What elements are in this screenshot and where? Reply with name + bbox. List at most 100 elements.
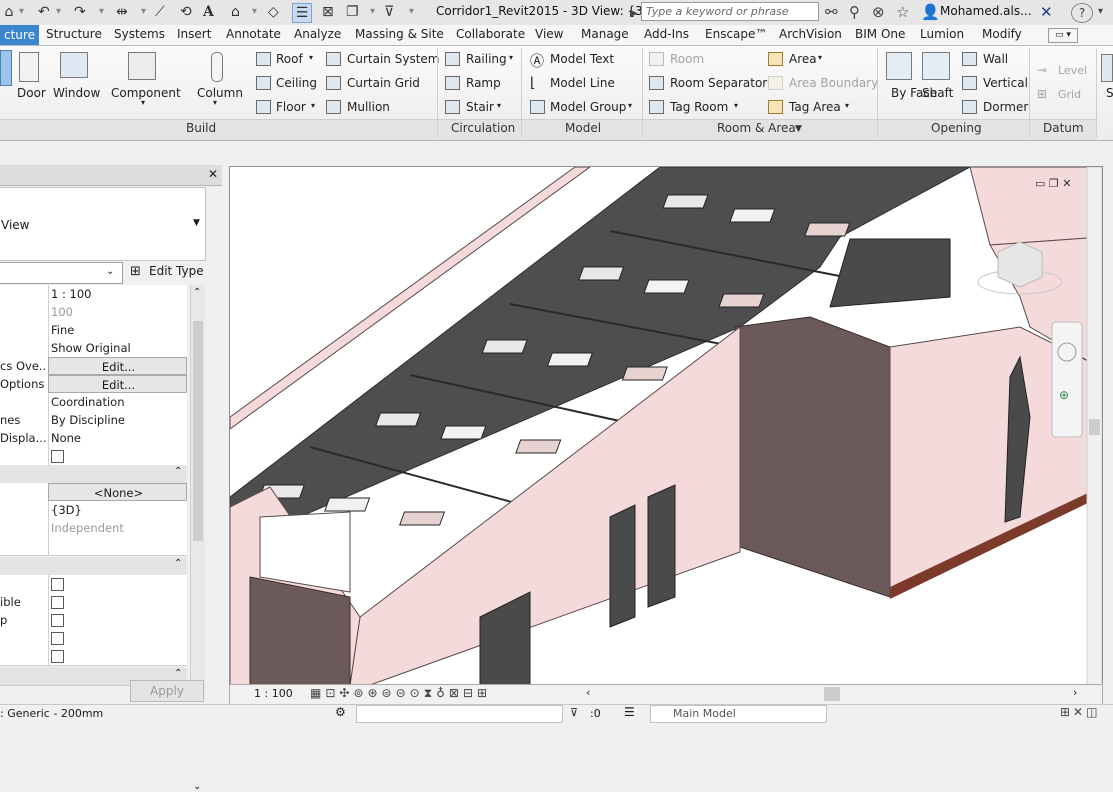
wall-icon[interactable] bbox=[0, 50, 12, 86]
floor-button[interactable]: Floor bbox=[276, 100, 306, 114]
edit-type-button[interactable]: Edit Type bbox=[149, 264, 204, 278]
model-line-icon[interactable]: ⌊ bbox=[530, 75, 535, 91]
model-line-button[interactable]: Model Line bbox=[550, 76, 615, 90]
model-text-icon[interactable]: Ⓐ bbox=[530, 51, 544, 71]
floor-icon[interactable] bbox=[256, 100, 271, 114]
dropdown-icon[interactable]: ▾ bbox=[19, 3, 24, 21]
scale-value[interactable]: 1 : 100 bbox=[254, 687, 293, 700]
shaft-button[interactable]: Shaft bbox=[922, 86, 953, 100]
door-icon[interactable] bbox=[19, 52, 39, 82]
undo-icon[interactable]: ↶ bbox=[38, 3, 50, 21]
door-button[interactable]: Door bbox=[17, 86, 46, 100]
tab-insert[interactable]: Insert bbox=[177, 27, 211, 41]
area-icon[interactable] bbox=[768, 52, 783, 66]
tab-enscape[interactable]: Enscape™ bbox=[705, 27, 767, 41]
wall-opening-icon[interactable] bbox=[962, 52, 977, 66]
property-value[interactable]: Coordination bbox=[48, 393, 187, 411]
tab-massing-site[interactable]: Massing & Site bbox=[355, 27, 444, 41]
curtain-system-button[interactable]: Curtain System bbox=[347, 52, 439, 66]
property-value[interactable]: Show Original bbox=[48, 339, 187, 357]
wall-opening-button[interactable]: Wall bbox=[983, 52, 1008, 66]
checkbox[interactable] bbox=[51, 632, 64, 645]
property-edit-button[interactable]: <None> bbox=[48, 483, 187, 501]
room-separator-icon[interactable] bbox=[649, 76, 664, 90]
tab-systems[interactable]: Systems bbox=[114, 27, 165, 41]
tab-archvision[interactable]: ArchVision bbox=[779, 27, 842, 41]
undo-dropdown-icon[interactable]: ▾ bbox=[56, 3, 61, 21]
by-face-icon[interactable] bbox=[886, 52, 912, 80]
tab-collaborate[interactable]: Collaborate bbox=[456, 27, 525, 41]
checkbox[interactable] bbox=[51, 578, 64, 591]
tab-bim-one[interactable]: BIM One bbox=[855, 27, 905, 41]
ceiling-button[interactable]: Ceiling bbox=[276, 76, 317, 90]
dormer-icon[interactable] bbox=[962, 100, 977, 114]
model-group-button[interactable]: Model Group bbox=[550, 100, 626, 114]
room-separator-button[interactable]: Room Separator bbox=[670, 76, 767, 90]
checkbox[interactable] bbox=[51, 596, 64, 609]
mullion-button[interactable]: Mullion bbox=[347, 100, 390, 114]
close-hidden-icon[interactable]: ⊠ bbox=[322, 3, 334, 21]
property-value[interactable] bbox=[48, 611, 187, 629]
model-group-dropdown-icon[interactable]: ▾ bbox=[628, 101, 632, 110]
property-value[interactable] bbox=[48, 647, 187, 665]
3d-model-canvas[interactable]: ▭ ❐ ✕ ⊕ bbox=[230, 167, 1102, 685]
curtain-grid-icon[interactable] bbox=[326, 76, 341, 90]
user-icon[interactable]: 👤 bbox=[921, 3, 940, 21]
property-value[interactable]: {3D} bbox=[48, 501, 187, 519]
tab-analyze[interactable]: Analyze bbox=[294, 27, 341, 41]
checkbox[interactable] bbox=[51, 650, 64, 663]
ramp-button[interactable]: Ramp bbox=[466, 76, 501, 90]
property-group-header[interactable]: ⌃ bbox=[0, 465, 187, 484]
area-dropdown-icon[interactable]: ▾ bbox=[818, 53, 822, 62]
tab-architecture[interactable]: cture bbox=[0, 25, 39, 45]
help-dropdown-icon[interactable]: ▾ bbox=[1098, 3, 1103, 21]
instance-filter-dropdown[interactable]: ⌄ bbox=[0, 262, 123, 284]
vertical-opening-icon[interactable] bbox=[962, 76, 977, 90]
redo-icon[interactable]: ↷ bbox=[74, 3, 86, 21]
model-group-icon[interactable] bbox=[530, 100, 545, 114]
room-area-expand-icon[interactable]: ▼ bbox=[795, 124, 802, 134]
collapse-icon[interactable]: ⌃ bbox=[174, 466, 182, 477]
property-edit-button[interactable]: Edit... bbox=[48, 357, 187, 375]
mullion-icon[interactable] bbox=[326, 100, 341, 114]
curtain-grid-button[interactable]: Curtain Grid bbox=[347, 76, 420, 90]
roof-icon[interactable] bbox=[256, 52, 271, 66]
favorites-icon[interactable]: ☆ bbox=[896, 3, 909, 21]
railing-button[interactable]: Railing bbox=[466, 52, 507, 66]
edit-type-icon[interactable]: ⊞ bbox=[130, 264, 141, 279]
area-button[interactable]: Area bbox=[789, 52, 817, 66]
chevron-down-icon[interactable]: ⌄ bbox=[106, 266, 114, 277]
tag-room-button[interactable]: Tag Room bbox=[670, 100, 728, 114]
tag-room-dropdown-icon[interactable]: ▾ bbox=[734, 101, 738, 110]
view-controls-icons[interactable]: ▦⊡✣⊚⊛⊜⊝⊙⧗♁⊠⊟⊞ bbox=[310, 686, 491, 701]
property-value[interactable] bbox=[48, 447, 187, 465]
design-options-icon[interactable]: ☰ bbox=[624, 705, 635, 719]
switch-dropdown-icon[interactable]: ▾ bbox=[370, 3, 375, 21]
component-dropdown-icon[interactable]: ▾ bbox=[141, 98, 145, 107]
vertical-opening-button[interactable]: Vertical bbox=[983, 76, 1028, 90]
filter-icon[interactable]: ⊽ bbox=[384, 3, 394, 21]
property-value[interactable]: Fine bbox=[48, 321, 187, 339]
section-icon[interactable]: ◇ bbox=[268, 3, 279, 21]
collapse-icon[interactable]: ⌃ bbox=[174, 668, 182, 679]
properties-scrollbar[interactable]: ⌃ ⌄ bbox=[190, 285, 205, 792]
communication-icon[interactable]: ⊗ bbox=[872, 3, 885, 21]
type-selector[interactable]: View ▼ bbox=[0, 187, 206, 261]
floor-dropdown-icon[interactable]: ▾ bbox=[311, 101, 315, 110]
window-button[interactable]: Window bbox=[53, 86, 100, 100]
3d-viewport[interactable]: ▭ ❐ ✕ ⊕ bbox=[229, 166, 1103, 686]
tab-lumion[interactable]: Lumion bbox=[920, 27, 964, 41]
collapse-icon[interactable]: ⌃ bbox=[174, 558, 182, 569]
tab-manage[interactable]: Manage bbox=[581, 27, 629, 41]
railing-dropdown-icon[interactable]: ▾ bbox=[509, 53, 513, 62]
checkbox[interactable] bbox=[51, 450, 64, 463]
model-text-button[interactable]: Model Text bbox=[550, 52, 614, 66]
design-option-dropdown[interactable]: Main Model bbox=[650, 705, 827, 723]
curtain-system-icon[interactable] bbox=[326, 52, 341, 66]
roof-dropdown-icon[interactable]: ▾ bbox=[309, 53, 313, 62]
component-button[interactable]: Component bbox=[111, 86, 181, 100]
property-value[interactable] bbox=[48, 629, 187, 647]
scroll-up-icon[interactable]: ⌃ bbox=[193, 287, 201, 298]
tag-room-icon[interactable] bbox=[649, 100, 664, 114]
selection-icons[interactable]: ⊞✕◫ bbox=[1060, 705, 1100, 719]
